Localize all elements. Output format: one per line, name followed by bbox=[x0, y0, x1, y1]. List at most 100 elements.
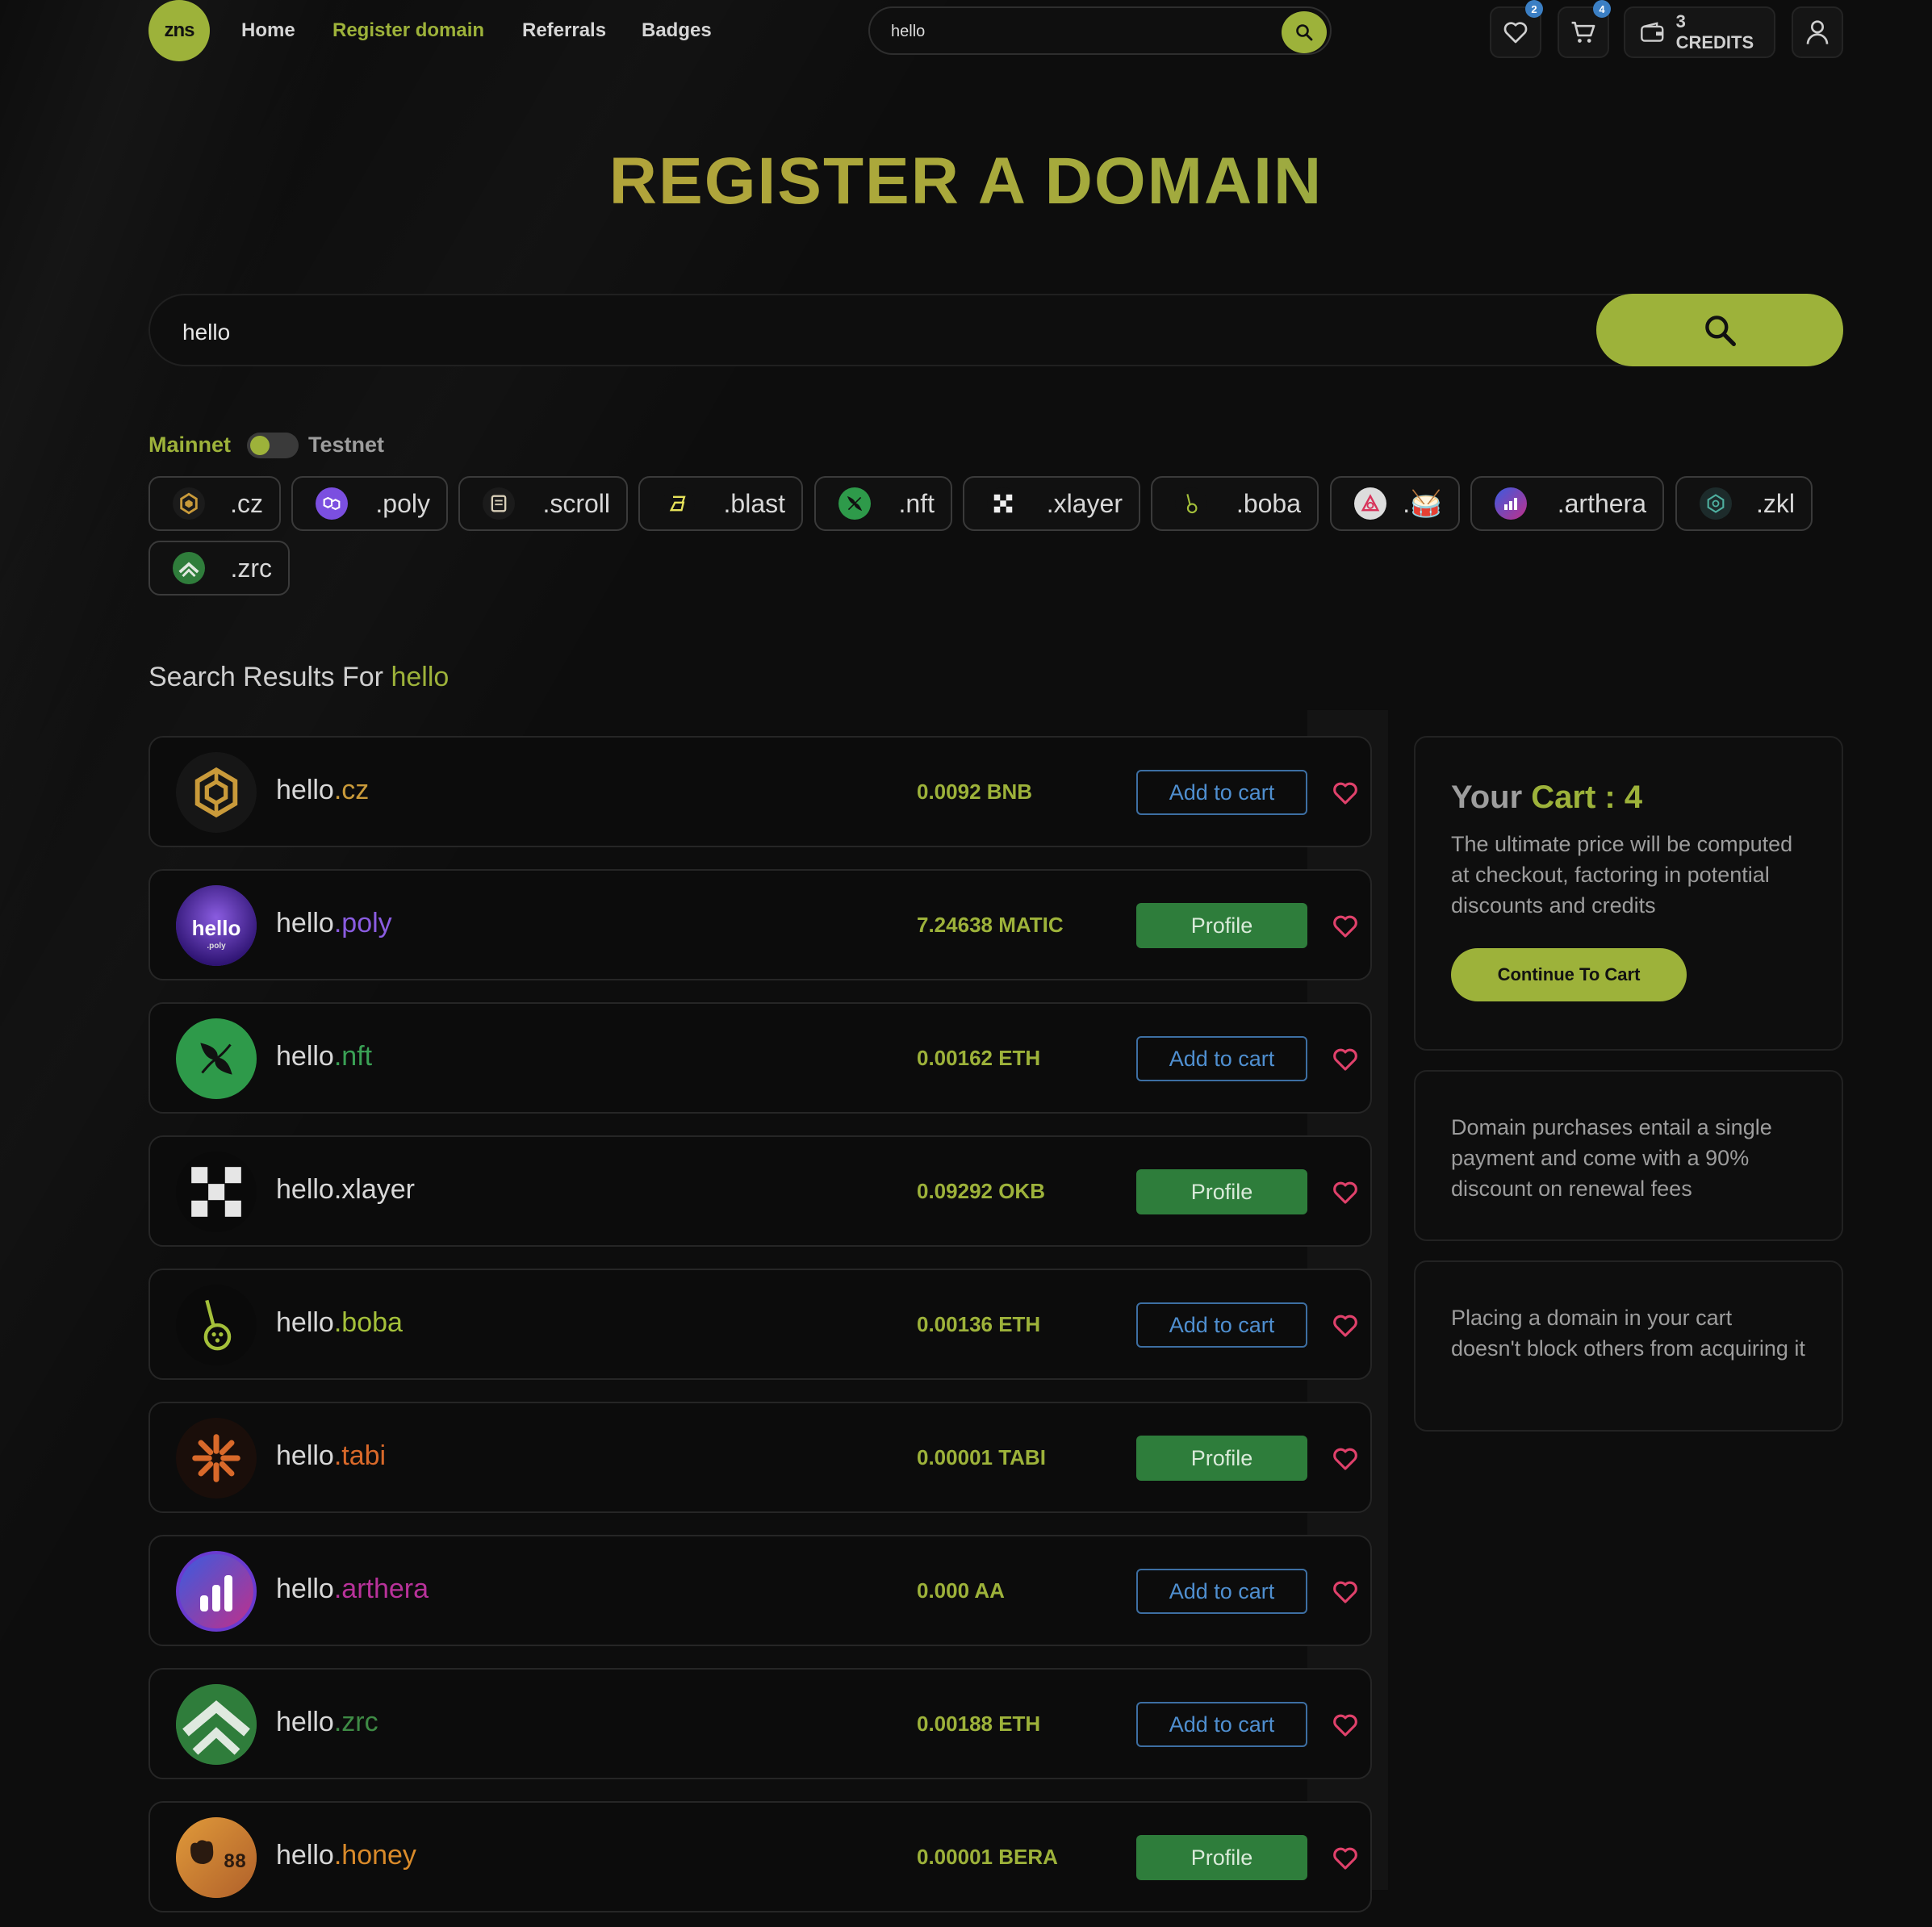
result-row: hello.nft 0.00162 ETH Add to cart bbox=[148, 1002, 1372, 1114]
domain-base: hello bbox=[276, 775, 334, 805]
result-row: hello.zrc 0.00188 ETH Add to cart bbox=[148, 1668, 1372, 1779]
domain-tld: .cz bbox=[333, 775, 370, 805]
domain-name[interactable]: hello.poly bbox=[276, 908, 392, 939]
profile-button[interactable]: Profile bbox=[1136, 903, 1307, 948]
credits-button[interactable]: 3 CREDITS bbox=[1624, 6, 1775, 58]
domain-price: 0.09292 OKB bbox=[917, 1179, 1045, 1203]
network-toggle[interactable] bbox=[247, 433, 299, 458]
arthera-icon bbox=[176, 1551, 257, 1632]
heart-icon[interactable] bbox=[1332, 1179, 1359, 1206]
domain-name[interactable]: hello.cz bbox=[276, 775, 369, 806]
domain-base: hello bbox=[276, 1574, 334, 1604]
domain-name[interactable]: hello.boba bbox=[276, 1307, 403, 1339]
domain-tld: .honey bbox=[333, 1840, 416, 1871]
heart-icon[interactable] bbox=[1332, 913, 1359, 940]
tld-chip-scroll[interactable]: .scroll bbox=[458, 476, 628, 531]
nav-badges[interactable]: Badges bbox=[642, 19, 712, 42]
domain-base: hello bbox=[276, 1041, 334, 1072]
continue-to-cart-button[interactable]: Continue To Cart bbox=[1451, 948, 1687, 1001]
result-row: 8 8 hello.honey 0.00001 BERA Profile bbox=[148, 1801, 1372, 1912]
heart-icon[interactable] bbox=[1332, 780, 1359, 807]
info-text-cart-note: Placing a domain in your cart doesn't bl… bbox=[1451, 1306, 1805, 1361]
result-row: hello .poly hello.poly 7.24638 MATIC Profile bbox=[148, 869, 1372, 980]
heart-icon[interactable] bbox=[1332, 1312, 1359, 1340]
domain-name[interactable]: hello.arthera bbox=[276, 1574, 429, 1605]
scroll-icon bbox=[483, 487, 515, 520]
tld-chip-boba[interactable]: .boba bbox=[1151, 476, 1319, 531]
top-search-button[interactable] bbox=[1282, 11, 1327, 53]
mainnet-label[interactable]: Mainnet bbox=[148, 433, 231, 458]
zrc-icon bbox=[176, 1684, 257, 1765]
nav-register-domain[interactable]: Register domain bbox=[332, 19, 484, 42]
tld-chip-zkl[interactable]: .zkl bbox=[1675, 476, 1813, 531]
main-search-bar bbox=[148, 294, 1843, 366]
result-row: hello.tabi 0.00001 TABI Profile bbox=[148, 1402, 1372, 1513]
nav-referrals[interactable]: Referrals bbox=[522, 19, 606, 42]
top-search-bar bbox=[868, 6, 1332, 55]
page-title: REGISTER A DOMAIN bbox=[0, 144, 1932, 219]
tld-chip-label: .xlayer bbox=[1046, 488, 1123, 518]
domain-name[interactable]: hello.nft bbox=[276, 1041, 372, 1072]
profile-button[interactable] bbox=[1792, 6, 1843, 58]
bera-icon: 88 bbox=[176, 1817, 257, 1898]
domain-name[interactable]: hello.honey bbox=[276, 1840, 416, 1871]
logo[interactable]: zns bbox=[148, 0, 210, 61]
cart-count-badge: 4 bbox=[1593, 0, 1611, 18]
tld-chip-nft[interactable]: .nft bbox=[814, 476, 952, 531]
tld-chip-cz[interactable]: .cz bbox=[148, 476, 281, 531]
heart-icon[interactable] bbox=[1332, 1712, 1359, 1739]
domain-name[interactable]: hello.tabi bbox=[276, 1440, 386, 1472]
leaf-icon bbox=[838, 487, 871, 520]
tld-chip-label: .poly bbox=[375, 488, 430, 518]
domain-name[interactable]: hello.zrc bbox=[276, 1707, 378, 1738]
heart-icon[interactable] bbox=[1332, 1445, 1359, 1473]
nav-home[interactable]: Home bbox=[241, 19, 295, 42]
wishlist-button[interactable]: 2 bbox=[1490, 0, 1543, 58]
testnet-label[interactable]: Testnet bbox=[308, 433, 384, 458]
add-to-cart-button[interactable]: Add to cart bbox=[1136, 1702, 1307, 1747]
profile-button[interactable]: Profile bbox=[1136, 1169, 1307, 1214]
wallet-icon bbox=[1641, 22, 1664, 42]
add-to-cart-button[interactable]: Add to cart bbox=[1136, 1036, 1307, 1081]
tabi-icon bbox=[176, 1418, 257, 1499]
leaf-icon bbox=[176, 1018, 257, 1099]
cart-description: The ultimate price will be computed at c… bbox=[1451, 832, 1793, 918]
domain-search-button[interactable] bbox=[1596, 294, 1843, 366]
tld-chip-label: .🥁 bbox=[1403, 489, 1442, 518]
domain-tld: .poly bbox=[333, 908, 392, 938]
profile-button[interactable]: Profile bbox=[1136, 1436, 1307, 1481]
tld-chip-label: .boba bbox=[1236, 488, 1301, 518]
result-row: hello.arthera 0.000 AA Add to cart bbox=[148, 1535, 1372, 1646]
top-search-input[interactable] bbox=[889, 19, 1264, 44]
domain-price: 0.000 AA bbox=[917, 1578, 1005, 1603]
tld-chip-zrc[interactable]: .zrc bbox=[148, 541, 290, 596]
boba-icon bbox=[1175, 487, 1207, 520]
add-to-cart-button[interactable]: Add to cart bbox=[1136, 1569, 1307, 1614]
domain-name[interactable]: hello.xlayer bbox=[276, 1174, 415, 1206]
heart-icon[interactable] bbox=[1332, 1578, 1359, 1606]
add-to-cart-button[interactable]: Add to cart bbox=[1136, 770, 1307, 815]
cart-title-count: Cart : 4 bbox=[1531, 780, 1643, 815]
heart-icon[interactable] bbox=[1332, 1046, 1359, 1073]
domain-search-input[interactable] bbox=[181, 318, 1556, 347]
add-to-cart-button[interactable]: Add to cart bbox=[1136, 1302, 1307, 1348]
tld-chip-blast[interactable]: .blast bbox=[638, 476, 803, 531]
domain-price: 0.00001 BERA bbox=[917, 1845, 1058, 1869]
cart-summary-panel: Your Cart : 4 The ultimate price will be… bbox=[1414, 736, 1843, 1051]
tld-chip-xlayer[interactable]: .xlayer bbox=[963, 476, 1140, 531]
tld-chip-drum[interactable]: .🥁 bbox=[1330, 476, 1460, 531]
profile-button[interactable]: Profile bbox=[1136, 1835, 1307, 1880]
svg-text:.poly: .poly bbox=[207, 942, 226, 951]
heart-icon[interactable] bbox=[1332, 1845, 1359, 1872]
results-heading-prefix: Search Results For bbox=[148, 662, 383, 692]
user-icon bbox=[1806, 20, 1829, 44]
boba-icon bbox=[176, 1285, 257, 1365]
result-row: hello.cz 0.0092 BNB Add to cart bbox=[148, 736, 1372, 847]
blast-icon bbox=[663, 487, 695, 520]
tld-chip-poly[interactable]: .poly bbox=[291, 476, 448, 531]
zrc-icon bbox=[173, 552, 205, 584]
cart-button[interactable]: 4 bbox=[1558, 0, 1611, 58]
tld-chip-label: .cz bbox=[230, 488, 263, 518]
tld-chip-arthera[interactable]: .arthera bbox=[1470, 476, 1664, 531]
wishlist-count-badge: 2 bbox=[1525, 0, 1543, 18]
